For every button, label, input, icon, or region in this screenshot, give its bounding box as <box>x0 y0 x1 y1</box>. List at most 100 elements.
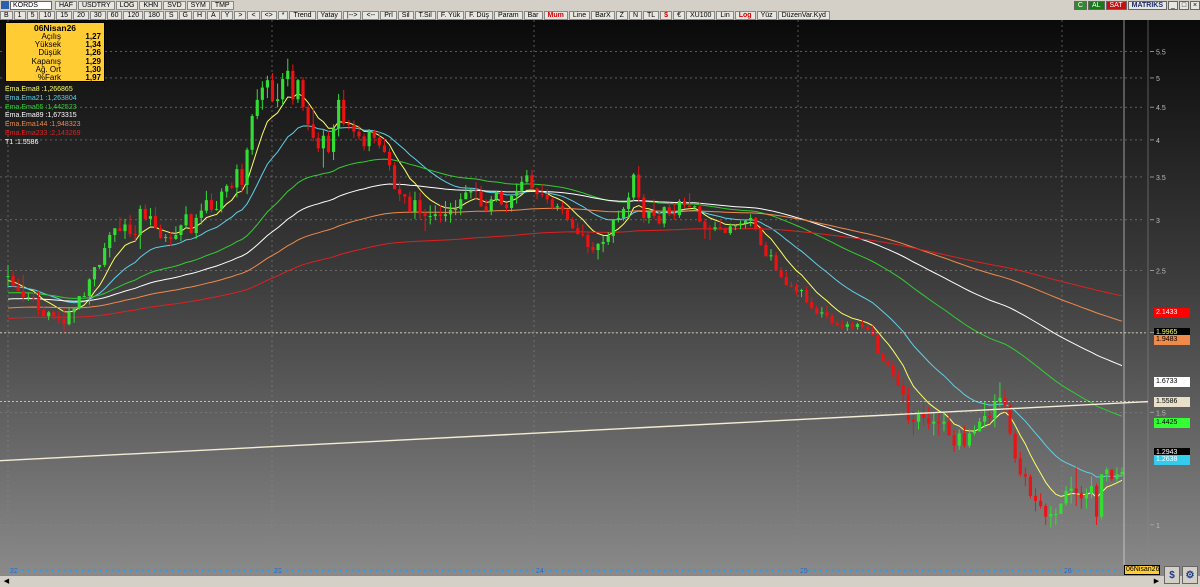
period-button-5[interactable]: 5 <box>26 10 39 20</box>
candle <box>1100 474 1104 520</box>
candle-body <box>372 131 376 138</box>
candle-body <box>1105 469 1109 475</box>
toolbar-button-log[interactable]: LOG <box>115 0 139 10</box>
nav-button-0[interactable]: > <box>234 10 247 20</box>
tool-button-7[interactable]: F. Yük <box>436 10 465 20</box>
tool-button-23[interactable]: DüzenVar.Kyd <box>777 10 830 20</box>
timeline-dot <box>514 569 516 571</box>
period-button-y[interactable]: Y <box>220 10 234 20</box>
tool-button-21[interactable]: Log <box>734 10 756 20</box>
tool-button-15[interactable]: N <box>628 10 642 20</box>
tool-button-5[interactable]: Sil <box>397 10 414 20</box>
timeline-dot <box>40 569 42 571</box>
tool-button-22[interactable]: Yüz <box>756 10 777 20</box>
symbol-input[interactable]: KORDS <box>10 0 52 10</box>
candle <box>1013 429 1017 463</box>
candle-body <box>1100 474 1104 517</box>
tool-button-12[interactable]: Line <box>568 10 591 20</box>
tool-button-4[interactable]: Prl <box>380 10 397 20</box>
period-button-10[interactable]: 10 <box>39 10 56 20</box>
price-chart[interactable]: 11.522.533.544.555.5 2223242526 <box>0 20 1200 575</box>
timeline-dot <box>808 569 810 571</box>
nav-button-3[interactable]: * <box>277 10 289 20</box>
horizontal-scrollbar[interactable]: ◀ ▶ <box>0 575 1200 587</box>
candle-body <box>474 190 478 192</box>
timeline-dot <box>166 569 168 571</box>
tool-button-0[interactable]: Trend <box>289 10 316 20</box>
period-button-s[interactable]: S <box>164 10 178 20</box>
tool-button-13[interactable]: BarX <box>591 10 615 20</box>
timeline-dot <box>682 569 684 571</box>
scroll-left-icon[interactable]: ◀ <box>2 578 11 586</box>
timeline-dot <box>826 569 828 571</box>
candle-body <box>97 264 102 268</box>
nav-button-2[interactable]: <> <box>260 10 277 20</box>
candle-body <box>815 308 819 314</box>
period-button-15[interactable]: 15 <box>56 10 73 20</box>
timeline-dot <box>622 569 624 571</box>
period-button-1[interactable]: 1 <box>13 10 26 20</box>
timeline-dot <box>298 569 300 571</box>
period-button-g[interactable]: G <box>178 10 192 20</box>
period-button-b[interactable]: B <box>0 10 13 20</box>
candle-body <box>652 210 656 217</box>
tool-button-17[interactable]: $ <box>660 10 673 20</box>
candle-body <box>26 297 30 299</box>
strategy-icon[interactable]: $ <box>1164 566 1180 584</box>
period-button-20[interactable]: 20 <box>73 10 89 20</box>
period-button-a[interactable]: A <box>207 10 220 20</box>
connection-button[interactable]: C <box>1073 0 1087 10</box>
candle-body <box>555 206 559 208</box>
sell-button[interactable]: SAT <box>1105 0 1127 10</box>
candle-body <box>733 225 737 227</box>
candle-body <box>1028 476 1033 496</box>
candle-body <box>184 214 188 226</box>
tool-button-18[interactable]: € <box>673 10 685 20</box>
toolbar-button-tmp[interactable]: TMP <box>210 0 234 10</box>
tool-button-1[interactable]: Yatay <box>316 10 342 20</box>
timeline-dot <box>568 569 570 571</box>
nav-button-1[interactable]: < <box>247 10 260 20</box>
toolbar-button-usdtry[interactable]: USDTRY <box>78 0 115 10</box>
candle-body <box>616 217 620 220</box>
period-button-120[interactable]: 120 <box>123 10 144 20</box>
tool-button-8[interactable]: F. Düş <box>465 10 493 20</box>
toolbar-button-svd[interactable]: SVD <box>163 0 186 10</box>
tool-button-10[interactable]: Bar <box>523 10 543 20</box>
tool-button-20[interactable]: Lin <box>716 10 734 20</box>
candle-body <box>774 255 778 271</box>
tool-button-19[interactable]: XU100 <box>685 10 716 20</box>
minimize-icon[interactable]: _ <box>1168 0 1178 10</box>
timeline-dot <box>1066 569 1068 571</box>
corner-icons: $ ⚙ <box>1162 566 1198 584</box>
settings-icon[interactable]: ⚙ <box>1182 566 1198 584</box>
toolbar-button-haf[interactable]: HAF <box>55 0 77 10</box>
timeline-dot <box>10 569 12 571</box>
tool-button-3[interactable]: <-- <box>362 10 380 20</box>
tool-button-11[interactable]: Mum <box>543 10 568 20</box>
timeline-dot <box>958 569 960 571</box>
toolbar-button-khn[interactable]: KHN <box>139 0 163 10</box>
tool-button-9[interactable]: Param <box>493 10 523 20</box>
candle-body <box>576 228 580 235</box>
candle-body <box>377 137 381 146</box>
period-button-60[interactable]: 60 <box>106 10 123 20</box>
candle-body <box>540 194 544 196</box>
maximize-icon[interactable]: □ <box>1179 0 1189 10</box>
period-button-180[interactable]: 180 <box>144 10 164 20</box>
tool-button-14[interactable]: Z <box>615 10 628 20</box>
candle-body <box>820 312 824 314</box>
timeline-dot <box>1078 569 1080 571</box>
close-icon[interactable]: × <box>1190 0 1200 10</box>
buy-button[interactable]: AL <box>1087 0 1105 10</box>
tool-button-6[interactable]: T.Sil <box>414 10 436 20</box>
tool-button-16[interactable]: TL <box>643 10 660 20</box>
timeline-dot <box>952 569 954 571</box>
period-button-30[interactable]: 30 <box>89 10 106 20</box>
info-value: 1,97 <box>85 73 101 83</box>
scroll-right-icon[interactable]: ▶ <box>1152 578 1161 586</box>
candle-body <box>108 235 112 249</box>
toolbar-button-sym[interactable]: SYM <box>186 0 210 10</box>
period-button-h[interactable]: H <box>192 10 207 20</box>
tool-button-2[interactable]: |--> <box>342 10 362 20</box>
